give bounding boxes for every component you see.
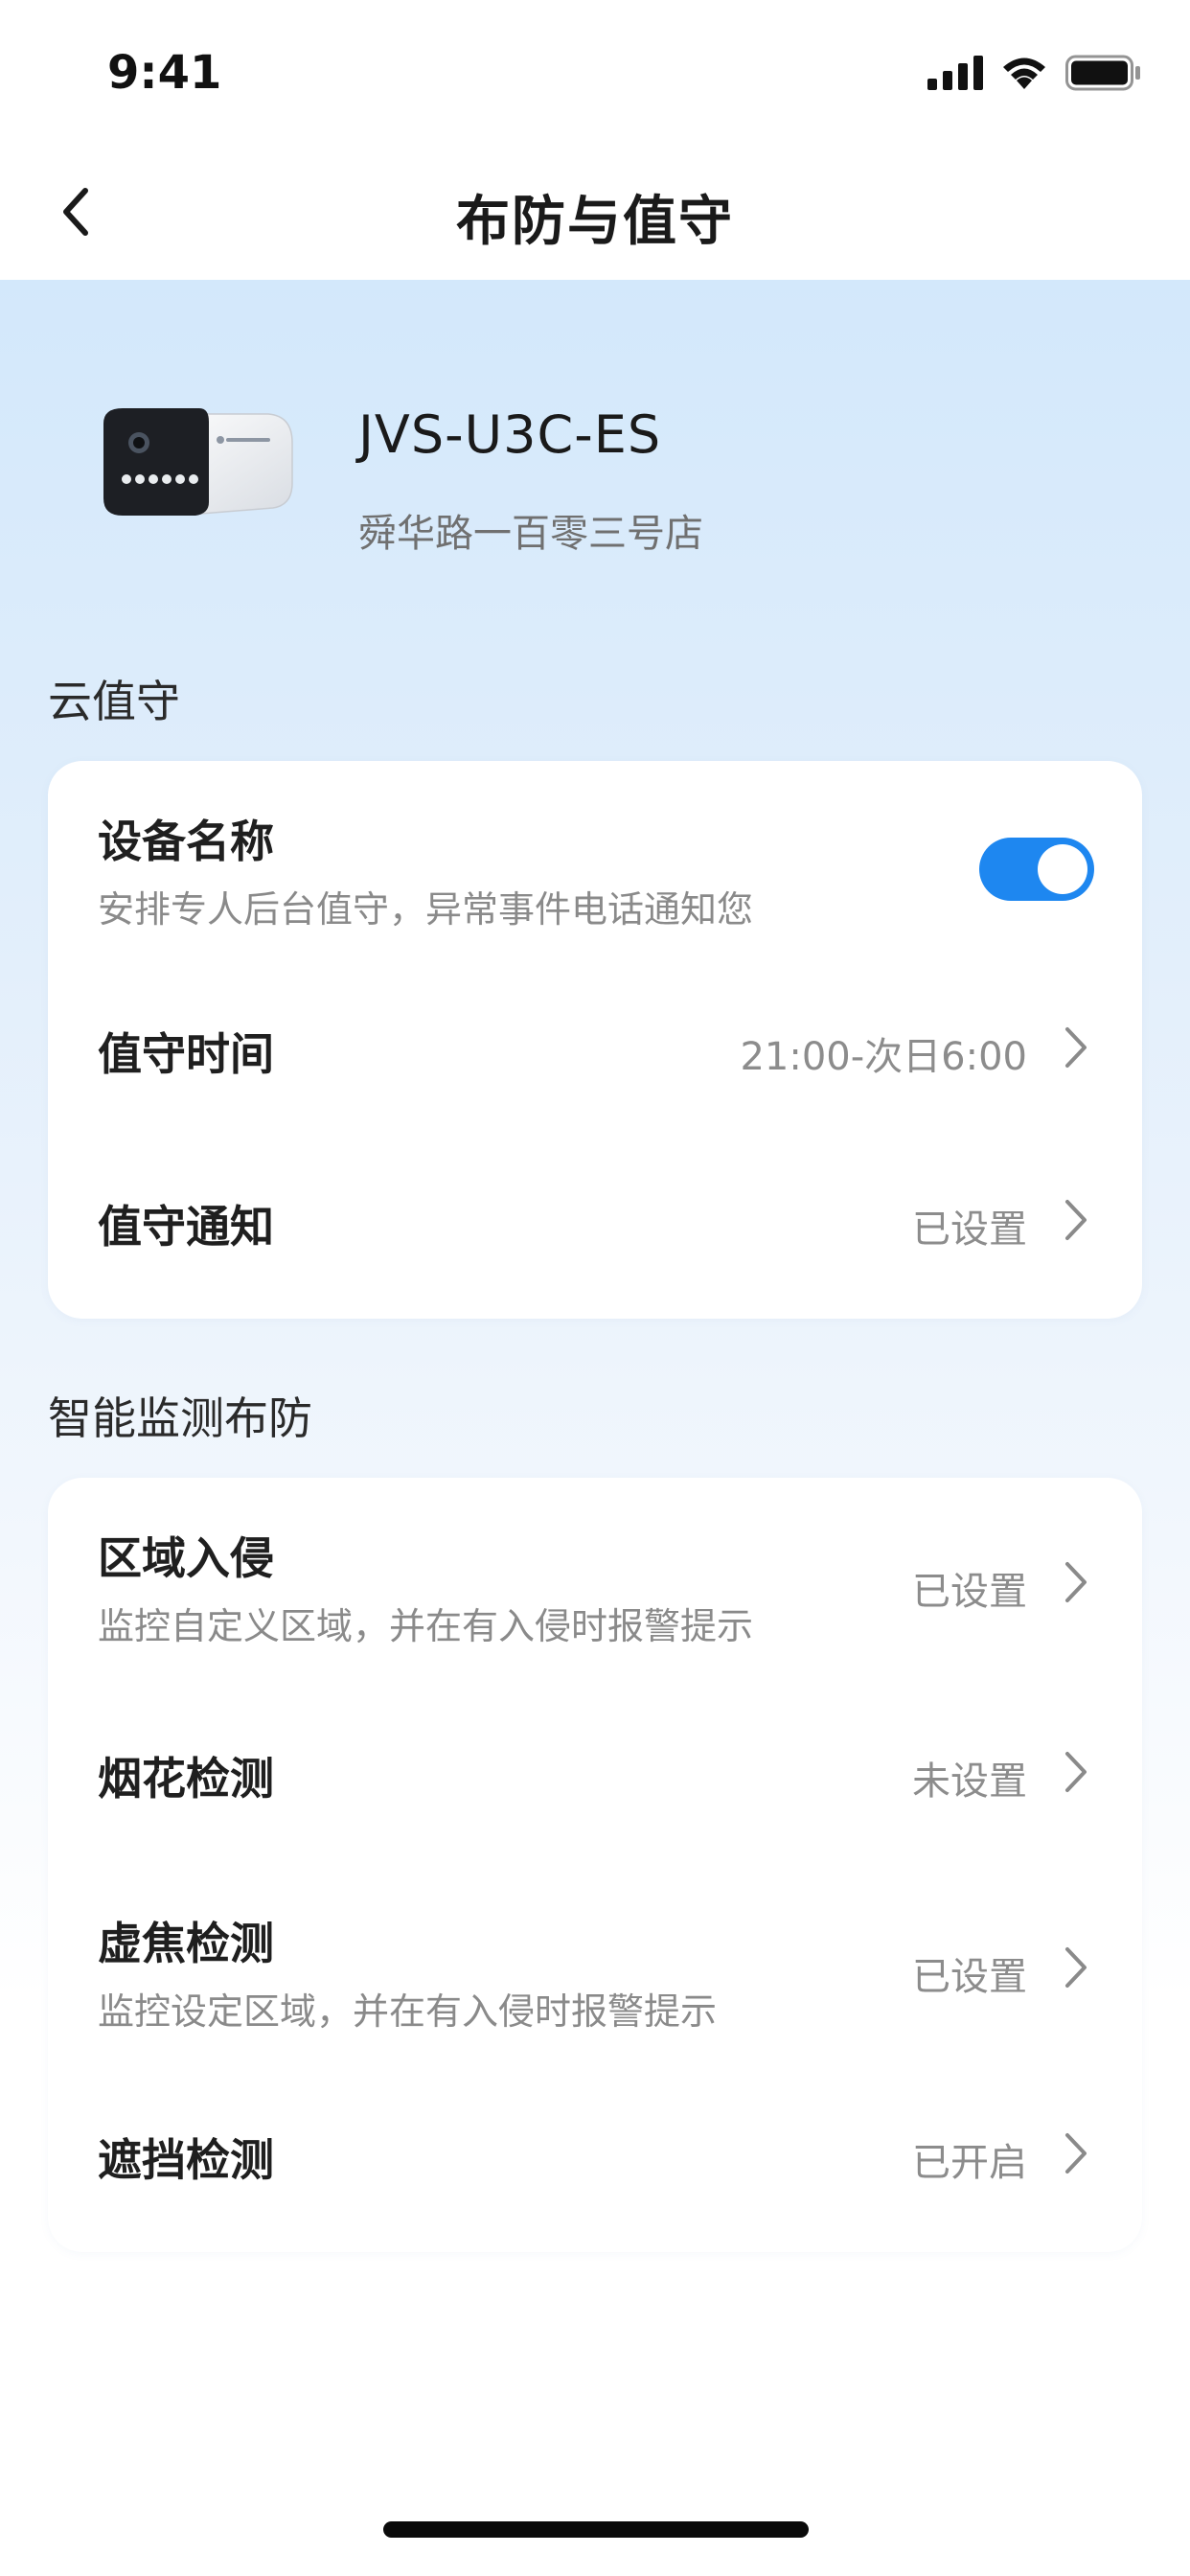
- row-title: 值守通知: [98, 1201, 274, 1253]
- section-title-cloud-guard: 云值守: [48, 676, 180, 727]
- list-item-area-intrusion[interactable]: 区域入侵 监控自定义区域，并在有入侵时报警提示 已设置: [48, 1478, 1142, 1689]
- camera-icon: [96, 395, 297, 539]
- navigation-bar: 布防与值守: [0, 144, 1190, 280]
- row-value: 已设置: [912, 1570, 1027, 1614]
- guard-notify-row[interactable]: 值守通知 已设置: [48, 1144, 1142, 1319]
- device-location: 舜华路一百零三号店: [358, 512, 703, 556]
- guard-time-row[interactable]: 值守时间 21:00-次日6:00: [48, 972, 1142, 1144]
- row-title: 区域入侵: [98, 1532, 274, 1584]
- chevron-right-icon: [1065, 2133, 1087, 2174]
- device-name: JVS-U3C-ES: [358, 404, 662, 465]
- chevron-right-icon: [1065, 1562, 1087, 1602]
- chevron-right-icon: [1065, 1200, 1087, 1240]
- chevron-right-icon: [1065, 1027, 1087, 1068]
- cloud-guard-card: 设备名称 安排专人后台值守，异常事件电话通知您 值守时间 21:00-次日6:0…: [48, 761, 1142, 1319]
- row-value: 已开启: [912, 2141, 1027, 2185]
- row-title: 遮挡检测: [98, 2134, 274, 2186]
- cloud-guard-toggle-row: 设备名称 安排专人后台值守，异常事件电话通知您: [48, 761, 1142, 972]
- cloud-guard-toggle[interactable]: [979, 838, 1094, 901]
- row-value: 未设置: [912, 1760, 1027, 1804]
- status-bar: 9:41: [0, 0, 1190, 144]
- battery-icon: [1065, 55, 1140, 91]
- row-subtitle: 安排专人后台值守，异常事件电话通知您: [98, 888, 754, 931]
- cellular-signal-icon: [927, 56, 983, 90]
- row-subtitle: 监控设定区域，并在有入侵时报警提示: [98, 1990, 718, 2033]
- list-item-firework-detection[interactable]: 烟花检测 未设置: [48, 1689, 1142, 1865]
- chevron-right-icon: [1065, 1752, 1087, 1792]
- list-item-occlusion-detection[interactable]: 遮挡检测 已开启: [48, 2076, 1142, 2252]
- toggle-knob: [1038, 844, 1087, 894]
- guard-time-value: 21:00-次日6:00: [740, 1035, 1027, 1079]
- page-title: 布防与值守: [456, 191, 734, 253]
- list-item-defocus-detection[interactable]: 虚焦检测 监控设定区域，并在有入侵时报警提示 已设置: [48, 1865, 1142, 2076]
- content-area: JVS-U3C-ES 舜华路一百零三号店 云值守 设备名称 安排专人后台值守，异…: [0, 280, 1190, 2576]
- status-time: 9:41: [107, 46, 222, 100]
- chevron-right-icon: [1065, 1947, 1087, 1988]
- home-indicator[interactable]: [383, 2521, 809, 2538]
- smart-detection-card: 区域入侵 监控自定义区域，并在有入侵时报警提示 已设置 烟花检测 未设置 虚焦检…: [48, 1478, 1142, 2252]
- row-title: 烟花检测: [98, 1753, 274, 1805]
- guard-notify-value: 已设置: [912, 1208, 1027, 1252]
- row-subtitle: 监控自定义区域，并在有入侵时报警提示: [98, 1605, 754, 1647]
- row-title: 值守时间: [98, 1028, 274, 1080]
- section-title-smart-detection: 智能监测布防: [48, 1392, 312, 1444]
- status-icons: [927, 54, 1142, 92]
- row-title: 虚焦检测: [98, 1918, 274, 1969]
- row-value: 已设置: [912, 1955, 1027, 1999]
- row-title: 设备名称: [98, 816, 274, 867]
- wifi-icon: [1003, 58, 1045, 89]
